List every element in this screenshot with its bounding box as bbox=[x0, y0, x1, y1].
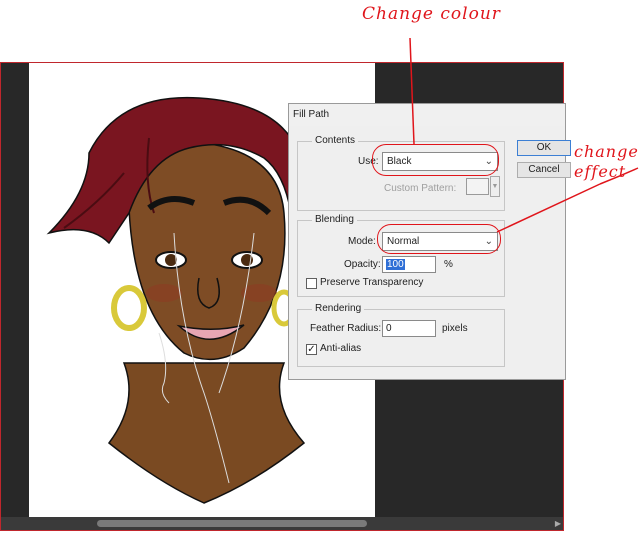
opacity-label: Opacity: bbox=[344, 259, 381, 270]
scrollbar-thumb[interactable] bbox=[97, 520, 367, 527]
mode-label: Mode: bbox=[348, 236, 376, 247]
fill-path-dialog: Fill Path Contents Use: Black ⌄ Custom P… bbox=[288, 103, 571, 380]
use-label: Use: bbox=[358, 156, 379, 167]
rendering-group-label: Rendering bbox=[312, 303, 365, 314]
feather-radius-value: 0 bbox=[386, 323, 392, 334]
rendering-group: Rendering Feather Radius: 0 pixels ✓ Ant… bbox=[297, 303, 505, 367]
contents-group-label: Contents bbox=[312, 135, 359, 146]
use-dropdown[interactable]: Black ⌄ bbox=[382, 152, 498, 171]
feather-radius-label: Feather Radius: bbox=[310, 323, 382, 334]
dialog-title: Fill Path bbox=[289, 104, 565, 126]
blending-group: Blending Mode: Normal ⌄ Opacity: 100 % P… bbox=[297, 214, 505, 297]
blending-group-label: Blending bbox=[312, 214, 357, 225]
mode-dropdown-value: Normal bbox=[387, 236, 420, 247]
scroll-right-arrow-icon[interactable]: ▶ bbox=[555, 519, 561, 528]
custom-pattern-label: Custom Pattern: bbox=[384, 183, 457, 194]
pattern-picker-chevron-icon: ▼ bbox=[490, 176, 500, 197]
face-shape bbox=[128, 142, 286, 361]
mode-dropdown[interactable]: Normal ⌄ bbox=[382, 232, 498, 251]
feather-radius-unit: pixels bbox=[442, 323, 468, 334]
preserve-transparency-label: Preserve Transparency bbox=[320, 277, 424, 288]
cancel-button[interactable]: Cancel bbox=[517, 162, 571, 178]
opacity-value: 100 bbox=[386, 259, 405, 270]
chevron-down-icon: ⌄ bbox=[484, 156, 493, 167]
annotation-change-effect: change effect bbox=[574, 142, 639, 181]
left-earring bbox=[111, 285, 147, 331]
contents-group: Contents Use: Black ⌄ Custom Pattern: ▼ bbox=[297, 135, 505, 211]
ok-button[interactable]: OK bbox=[517, 140, 571, 156]
annotation-change-colour: Change colour bbox=[362, 4, 501, 24]
use-dropdown-value: Black bbox=[387, 156, 412, 167]
horizontal-scrollbar[interactable]: ▶ bbox=[1, 517, 563, 530]
pattern-swatch bbox=[466, 178, 489, 195]
opacity-unit: % bbox=[444, 259, 453, 270]
anti-alias-label: Anti-alias bbox=[320, 343, 362, 354]
anti-alias-checkbox[interactable]: ✓ bbox=[306, 344, 317, 355]
preserve-transparency-checkbox[interactable] bbox=[306, 278, 317, 289]
chevron-down-icon: ⌄ bbox=[484, 236, 493, 247]
opacity-input[interactable]: 100 bbox=[382, 256, 436, 273]
neck-shape bbox=[107, 362, 306, 504]
feather-radius-input[interactable]: 0 bbox=[382, 320, 436, 337]
